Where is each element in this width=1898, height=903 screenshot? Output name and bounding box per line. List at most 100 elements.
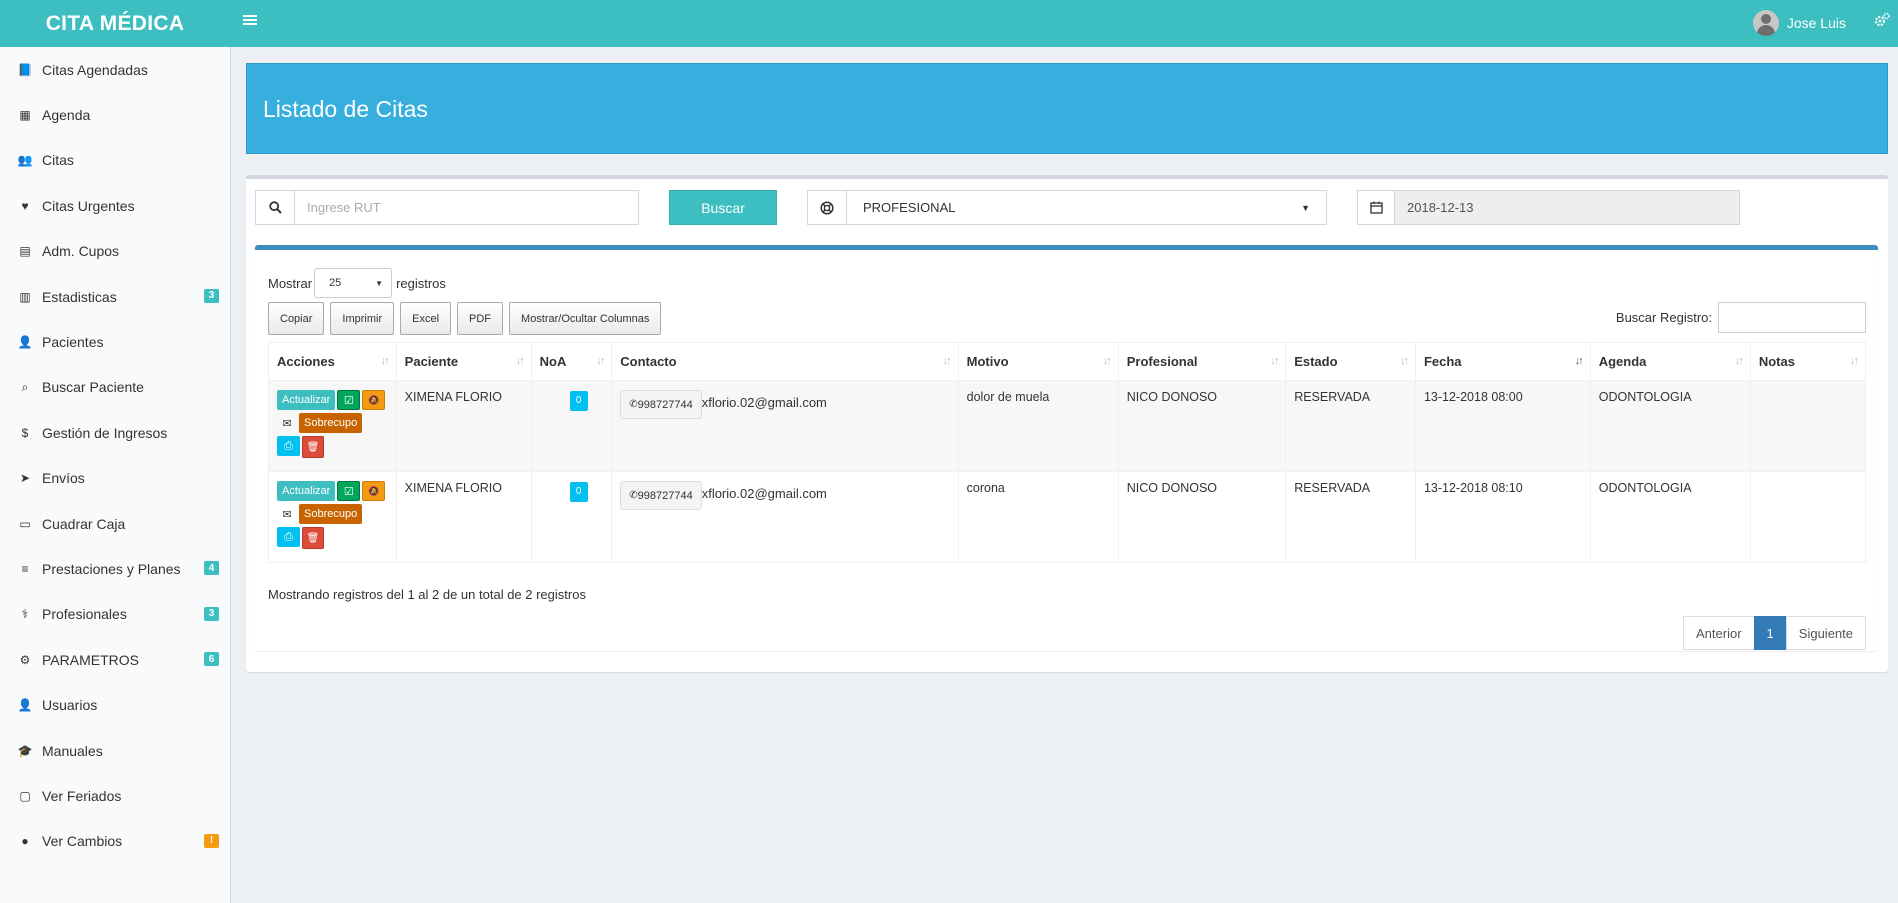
- column-header-label: Estado: [1294, 354, 1338, 369]
- sidebar-item-envíos[interactable]: ➤ Envíos: [0, 456, 230, 501]
- sidebar-item-profesionales[interactable]: ⚕ Profesionales 3: [0, 592, 230, 637]
- trash-icon[interactable]: 🗑: [302, 527, 324, 549]
- count-badge: 4: [204, 561, 219, 576]
- sidebar-item-label: Pacientes: [42, 334, 104, 351]
- bell-slash-icon[interactable]: 🔕: [362, 481, 386, 501]
- pagination-page-1[interactable]: 1: [1753, 616, 1787, 650]
- print-icon[interactable]: ⎙: [277, 527, 300, 547]
- paper-plane-icon: ➤: [19, 471, 31, 486]
- phone-button[interactable]: ✆ 998727744: [620, 390, 702, 419]
- brand-logo[interactable]: CITA MÉDICA: [0, 0, 230, 47]
- sidebar-item-agenda[interactable]: ▦ Agenda: [0, 92, 230, 137]
- mostrar-label: Mostrar: [268, 275, 313, 291]
- sidebar-item-citas[interactable]: 👥 Citas: [0, 138, 230, 183]
- column-header-fecha[interactable]: Fecha ↓↑: [1414, 342, 1591, 381]
- envelope-icon[interactable]: ✉: [277, 504, 297, 524]
- sort-icon: ↓↑: [1102, 355, 1112, 367]
- user-menu[interactable]: Jose Luis: [1752, 8, 1846, 38]
- top-navbar: CITA MÉDICA Jose Luis: [0, 0, 1898, 47]
- column-header-profesional[interactable]: Profesional ↓↑: [1117, 342, 1287, 381]
- rut-search-input[interactable]: [294, 190, 639, 225]
- print-icon[interactable]: ⎙: [277, 436, 300, 456]
- check-square-icon[interactable]: ☑: [337, 481, 361, 501]
- excel-button[interactable]: Excel: [400, 302, 452, 335]
- sidebar-item-label: Ver Feriados: [42, 787, 122, 804]
- table-search-label: Buscar Registro:: [1615, 310, 1712, 325]
- sidebar-item-ver-feriados[interactable]: ▢ Ver Feriados: [0, 773, 230, 818]
- table-row: Actualizar ☑ 🔕 ✉ Sobrecupo ⎙ 🗑 XIMENA FLORIO 0 ✆ 9…: [268, 380, 1867, 472]
- check-square-icon[interactable]: ☑: [337, 390, 361, 410]
- sidebar-item-label: Cuadrar Caja: [42, 515, 126, 532]
- life-ring-icon: [807, 190, 847, 225]
- sidebar-toggle-icon[interactable]: [243, 13, 259, 29]
- sobrecupo-button[interactable]: Sobrecupo: [299, 504, 363, 524]
- bars-icon: ≡: [21, 561, 29, 576]
- user-plus-icon: 👤: [17, 335, 33, 350]
- table-row: Actualizar ☑ 🔕 ✉ Sobrecupo ⎙ 🗑 XIMENA FLORIO 0 ✆ 9…: [268, 471, 1867, 563]
- sidebar-item-prestaciones-y-planes[interactable]: ≡ Prestaciones y Planes 4: [0, 546, 230, 591]
- column-visibility-button[interactable]: Mostrar/Ocultar Columnas: [509, 302, 662, 335]
- page-length-control: Mostrar 25 ▼ registros: [268, 268, 446, 298]
- column-header-noa[interactable]: NoA ↓↑: [530, 342, 613, 381]
- sort-icon: ↓↑: [1270, 355, 1279, 367]
- calendar-icon: ▦: [19, 108, 31, 123]
- phone-number: 998727744: [637, 398, 693, 411]
- page-length-select[interactable]: 25 ▼: [314, 268, 393, 298]
- column-header-notas[interactable]: Notas ↓↑: [1749, 342, 1867, 381]
- sidebar-item-adm-cupos[interactable]: ▤ Adm. Cupos: [0, 229, 230, 274]
- copiar-button[interactable]: Copiar: [268, 302, 325, 335]
- trash-icon[interactable]: 🗑: [302, 436, 324, 458]
- sidebar-item-manuales[interactable]: 🎓 Manuales: [0, 728, 230, 773]
- actions-cell: Actualizar ☑ 🔕 ✉ Sobrecupo ⎙ 🗑: [268, 471, 397, 563]
- date-field[interactable]: 2018-12-13: [1394, 190, 1740, 225]
- sidebar-item-label: Agenda: [42, 107, 91, 124]
- sidebar-item-gestión-de-ingresos[interactable]: $ Gestión de Ingresos: [0, 410, 230, 455]
- sidebar-item-citas-urgentes[interactable]: ♥ Citas Urgentes: [0, 183, 230, 228]
- envelope-icon[interactable]: ✉: [277, 413, 297, 433]
- sidebar-item-parametros[interactable]: ⚙ PARAMETROS 6: [0, 637, 230, 682]
- table-search: Buscar Registro:: [1616, 302, 1866, 333]
- export-buttons: Copiar Imprimir Excel PDF Mostrar/Oculta…: [268, 302, 662, 335]
- sobrecupo-button[interactable]: Sobrecupo: [299, 413, 363, 433]
- column-header-paciente[interactable]: Paciente ↓↑: [395, 342, 532, 381]
- sidebar-item-label: Citas: [42, 152, 74, 169]
- column-header-acciones[interactable]: Acciones ↓↑: [268, 342, 397, 381]
- profesional-select[interactable]: PROFESIONAL ▼: [846, 190, 1327, 225]
- page-header: Listado de Citas: [246, 63, 1888, 154]
- sidebar-item-label: Ver Cambios: [42, 833, 123, 850]
- phone-button[interactable]: ✆ 998727744: [620, 481, 702, 510]
- search-icon: ⌕: [21, 379, 29, 394]
- update-button[interactable]: Actualizar: [277, 390, 336, 410]
- contacto-cell: ✆ 998727744 xflorio.02@gmail.com: [611, 471, 959, 563]
- sidebar-item-pacientes[interactable]: 👤 Pacientes: [0, 319, 230, 364]
- sidebar-item-ver-cambios[interactable]: ● Ver Cambios!: [0, 819, 230, 864]
- sidebar-item-usuarios[interactable]: 👤 Usuarios: [0, 682, 230, 727]
- sidebar-item-citas-agendadas[interactable]: 📘 Citas Agendadas: [0, 47, 230, 92]
- paciente-cell: XIMENA FLORIO: [395, 471, 532, 563]
- bell-slash-icon[interactable]: 🔕: [362, 390, 386, 410]
- column-header-contacto[interactable]: Contacto ↓↑: [611, 342, 959, 381]
- buscar-button[interactable]: Buscar: [669, 190, 777, 225]
- column-header-agenda[interactable]: Agenda ↓↑: [1589, 342, 1751, 381]
- pagination-prev[interactable]: Anterior: [1683, 616, 1755, 650]
- noa-badge: 0: [569, 391, 588, 411]
- column-header-motivo[interactable]: Motivo ↓↑: [957, 342, 1119, 381]
- imprimir-button[interactable]: Imprimir: [330, 302, 395, 335]
- fecha-cell: 13-12-2018 08:10: [1414, 471, 1591, 563]
- update-button[interactable]: Actualizar: [277, 481, 336, 501]
- cogs-icon[interactable]: [1874, 12, 1890, 33]
- profesional-select-value: PROFESIONAL: [863, 200, 956, 215]
- column-header-estado[interactable]: Estado ↓↑: [1285, 342, 1416, 381]
- table-search-input[interactable]: [1718, 302, 1866, 333]
- noa-cell: 0: [530, 380, 613, 472]
- count-badge: 3: [204, 288, 219, 303]
- pagination-next[interactable]: Siguiente: [1785, 616, 1866, 650]
- sidebar-item-cuadrar-caja[interactable]: ▭ Cuadrar Caja: [0, 501, 230, 546]
- pdf-button[interactable]: PDF: [457, 302, 504, 335]
- column-header-label: Fecha: [1423, 354, 1462, 369]
- actions-cell: Actualizar ☑ 🔕 ✉ Sobrecupo ⎙ 🗑: [268, 380, 397, 472]
- column-header-label: Contacto: [620, 354, 677, 369]
- sidebar-item-buscar-paciente[interactable]: ⌕ Buscar Paciente: [0, 365, 230, 410]
- profesional-cell: NICO DONOSO: [1117, 380, 1287, 472]
- sidebar-item-estadisticas[interactable]: ▥ Estadisticas 3: [0, 274, 230, 319]
